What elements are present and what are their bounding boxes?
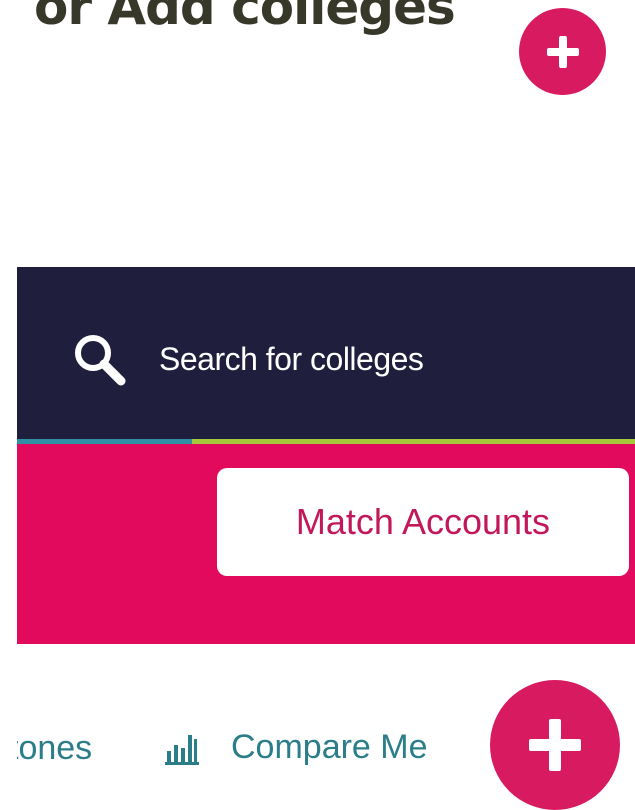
action-band: Match Accounts (17, 444, 635, 644)
top-navbar: Search for colleges (17, 267, 635, 439)
add-college-button[interactable] (519, 8, 606, 95)
tab-compare-me[interactable]: Compare Me (165, 728, 428, 767)
bar-chart-icon (165, 734, 199, 765)
plus-icon (529, 719, 581, 771)
plus-icon (546, 35, 579, 68)
tab-compare-label: Compare Me (231, 728, 428, 766)
add-button-floating[interactable] (490, 680, 620, 810)
search-label: Search for colleges (159, 340, 424, 377)
match-accounts-button[interactable]: Match Accounts (217, 468, 629, 576)
tab-partial[interactable]: tones (17, 729, 92, 768)
search-bar[interactable]: Search for colleges (69, 329, 424, 389)
section-heading: or Add colleges (34, 0, 456, 36)
search-icon (75, 335, 126, 386)
